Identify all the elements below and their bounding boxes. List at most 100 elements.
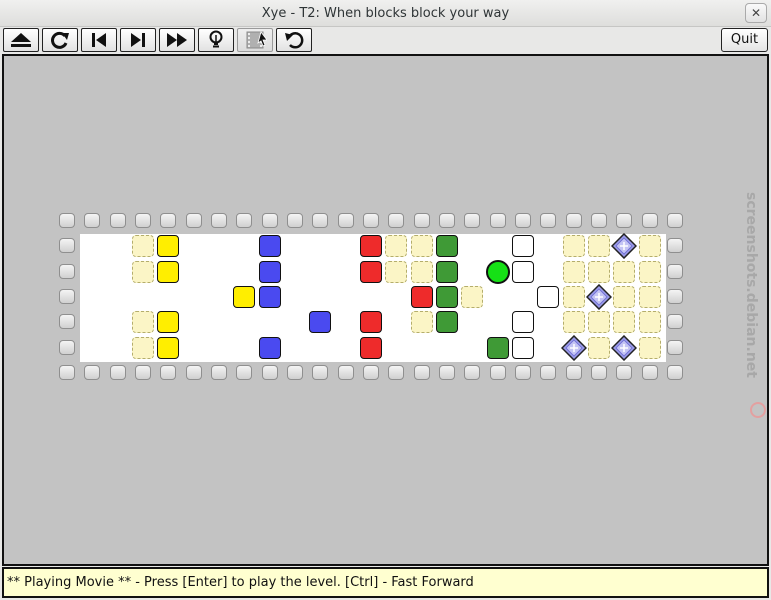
wall-block (362, 213, 379, 228)
wall-block (185, 213, 202, 228)
marker-square (638, 311, 661, 334)
watermark-text: screenshots.debian.net (743, 192, 759, 378)
red-block (359, 260, 382, 283)
marker-square (587, 311, 610, 334)
watermark: screenshots.debian.net (743, 190, 771, 420)
wall-block (514, 364, 531, 380)
yellow-block (157, 260, 180, 283)
wall-block (666, 339, 683, 355)
wall-block (489, 364, 506, 380)
marker-square (638, 336, 661, 359)
restart-icon (51, 31, 69, 49)
yellow-block (157, 235, 180, 258)
green-block (435, 311, 458, 334)
wall-block (134, 364, 151, 380)
blue-block (258, 260, 281, 283)
eject-button[interactable] (3, 28, 39, 52)
debian-logo-icon (750, 402, 766, 418)
marker-square (613, 311, 636, 334)
wall-block (84, 364, 101, 380)
fast-forward-icon (167, 33, 187, 47)
skip-previous-icon (92, 33, 106, 47)
wall-block (616, 364, 633, 380)
marker-square (638, 260, 661, 283)
game-board: screenshots.debian.net (2, 54, 769, 566)
white-block (511, 260, 534, 283)
wall-block (489, 213, 506, 228)
yellow-block (233, 285, 256, 308)
blue-block (309, 311, 332, 334)
gem-icon (611, 334, 638, 361)
blue-block (258, 285, 281, 308)
wall-block (236, 364, 253, 380)
wall-block (59, 263, 75, 279)
wall-block (514, 213, 531, 228)
marker-square (613, 285, 636, 308)
green-block (486, 336, 509, 359)
wall-block (540, 364, 557, 380)
status-text: ** Playing Movie ** - Press [Enter] to p… (7, 575, 474, 590)
wall-block (362, 364, 379, 380)
marker-square (562, 235, 585, 258)
gem-icon (560, 334, 587, 361)
marker-square (410, 235, 433, 258)
close-icon[interactable]: ✕ (745, 3, 767, 23)
marker-square (562, 285, 585, 308)
wall-block (666, 364, 683, 380)
wall-block (590, 213, 607, 228)
wall-block (59, 238, 75, 254)
film-icon (246, 31, 267, 49)
wall-block (438, 364, 455, 380)
lightbulb-icon (209, 30, 223, 48)
marker-square (638, 235, 661, 258)
undo-icon (285, 32, 304, 49)
hint-button[interactable] (198, 28, 234, 52)
previous-level-button[interactable] (81, 28, 117, 52)
wall-block (160, 364, 177, 380)
wall-block (616, 213, 633, 228)
marker-square (587, 336, 610, 359)
green-block (435, 260, 458, 283)
undo-button[interactable] (276, 28, 312, 52)
wall-block (286, 213, 303, 228)
red-block (410, 285, 433, 308)
wall-block (312, 213, 329, 228)
wall-block (388, 213, 405, 228)
skip-next-icon (131, 33, 145, 47)
marker-square (131, 311, 154, 334)
marker-square (385, 260, 408, 283)
wall-block (540, 213, 557, 228)
marker-square (410, 311, 433, 334)
white-block (511, 235, 534, 258)
blue-block (258, 235, 281, 258)
wall-block (109, 213, 126, 228)
marker-square (587, 260, 610, 283)
wall-block (413, 213, 430, 228)
marker-square (562, 311, 585, 334)
marker-square (131, 260, 154, 283)
blue-block (258, 336, 281, 359)
quit-button[interactable]: Quit (721, 28, 768, 52)
gem-icon (585, 283, 612, 310)
wall-block (59, 339, 75, 355)
eject-icon (11, 33, 31, 47)
marker-square (410, 260, 433, 283)
wall-block (160, 213, 177, 228)
window-title: Xye - T2: When blocks block your way (261, 6, 510, 21)
fast-forward-button[interactable] (159, 28, 195, 52)
status-bar: ** Playing Movie ** - Press [Enter] to p… (2, 567, 769, 598)
wall-block (337, 213, 354, 228)
wall-block (590, 364, 607, 380)
gem-icon (611, 233, 638, 260)
movie-button[interactable] (237, 28, 273, 52)
wall-block (438, 213, 455, 228)
wall-block (59, 314, 75, 330)
next-level-button[interactable] (120, 28, 156, 52)
marker-square (461, 285, 484, 308)
wall-block (666, 288, 683, 304)
white-block (511, 311, 534, 334)
wall-block (109, 364, 126, 380)
yellow-block (157, 336, 180, 359)
restart-button[interactable] (42, 28, 78, 52)
wall-block (261, 364, 278, 380)
